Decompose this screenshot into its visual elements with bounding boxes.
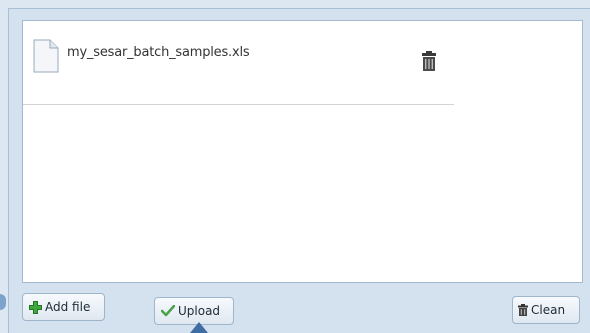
checkmark-icon — [161, 305, 175, 317]
trash-icon — [518, 304, 528, 316]
clean-button[interactable]: Clean — [512, 296, 580, 324]
file-name: my_sesar_batch_samples.xls — [67, 45, 250, 60]
document-icon — [33, 39, 59, 73]
trash-icon[interactable] — [421, 51, 437, 71]
add-file-label: Add file — [45, 300, 91, 314]
file-row: my_sesar_batch_samples.xls — [23, 21, 454, 105]
file-list: my_sesar_batch_samples.xls — [22, 20, 583, 283]
add-file-button[interactable]: Add file — [22, 293, 105, 321]
pointer-arrow-icon — [190, 322, 208, 333]
upload-button[interactable]: Upload — [154, 297, 234, 325]
upload-label: Upload — [178, 304, 221, 318]
clean-label: Clean — [531, 303, 566, 317]
plus-icon — [29, 300, 42, 314]
panel-edge-handle — [0, 294, 6, 310]
